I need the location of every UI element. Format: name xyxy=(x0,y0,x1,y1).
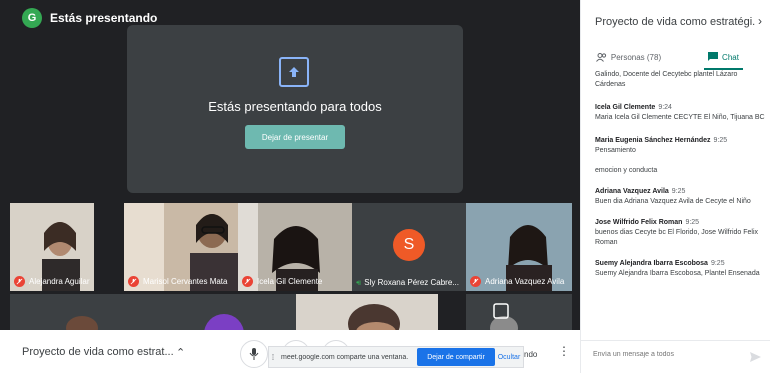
mic-off-icon xyxy=(14,276,25,287)
screen-share-bar: ⁞ meet.google.com comparte una ventana. … xyxy=(268,346,524,368)
message-text: Buen dia Adriana Vazquez Avila de Cecyte… xyxy=(595,197,751,205)
participant-label: Icela Gil Clemente xyxy=(242,276,322,287)
stop-sharing-button[interactable]: Dejar de compartir xyxy=(417,348,495,366)
microphone-button[interactable] xyxy=(240,340,268,368)
panel-title: Proyecto de vida como estratégi... xyxy=(595,16,755,28)
side-panel: Proyecto de vida como estratégi... › Per… xyxy=(580,0,770,373)
participant-name: Adriana Vazquez Avila xyxy=(485,277,565,286)
presenting-label: Estás presentando xyxy=(50,11,158,25)
mic-off-icon xyxy=(128,276,139,287)
message-text: Maria Icela Gil Clemente CECYTE El Niño,… xyxy=(595,114,765,122)
chat-composer xyxy=(581,340,770,373)
participant-name: Sly Roxana Pérez Cabre... xyxy=(364,278,459,287)
participant-tile[interactable]: Marisol Cervantes Mata xyxy=(124,203,238,291)
participant-label: •ıı Sly Roxana Pérez Cabre... xyxy=(356,278,459,287)
message-text: emocion y conducta xyxy=(595,166,658,174)
participant-avatar xyxy=(124,294,296,330)
mic-off-icon xyxy=(242,276,253,287)
participant-tile[interactable] xyxy=(10,294,124,330)
tab-chat[interactable]: Chat xyxy=(676,46,770,70)
chat-message: Galindo, Docente del Cecytebc plantel Lá… xyxy=(595,70,765,90)
chat-message: Maria Eugenia Sánchez Hernández 9:25 Pens… xyxy=(595,137,765,156)
chat-icon xyxy=(708,52,719,61)
participant-tile[interactable]: Adriana Vazquez Avila xyxy=(466,203,572,291)
participant-video xyxy=(10,294,124,330)
chat-message: Adriana Vazquez Avila 9:25 Buen dia Adria… xyxy=(595,188,765,207)
message-text: Galindo, Docente del Cecytebc plantel Lá… xyxy=(595,71,738,89)
participant-name: Icela Gil Clemente xyxy=(257,277,323,286)
message-time: 9:25 xyxy=(685,218,700,226)
bottom-toolbar-label: ndo xyxy=(524,350,538,359)
participant-video xyxy=(466,294,572,330)
hide-button[interactable]: Ocultar xyxy=(495,354,523,361)
present-screen-icon xyxy=(279,57,309,87)
message-time: 9:25 xyxy=(713,137,728,145)
message-author: Maria Eugenia Sánchez Hernández xyxy=(595,137,711,145)
participant-tile[interactable]: Icela Gil Clemente xyxy=(238,203,352,291)
chevron-up-icon[interactable]: ⌃ xyxy=(176,346,185,359)
message-time: 9:24 xyxy=(658,104,672,112)
tab-people[interactable]: Personas (78) xyxy=(581,46,676,68)
message-time: 9:25 xyxy=(671,187,686,195)
participant-label: Adriana Vazquez Avila xyxy=(470,276,564,287)
message-text: buenos dias Cecyte bc El Florido, Jose W… xyxy=(595,228,759,246)
message-author: Suemy Alejandra Ibarra Escobosa xyxy=(595,260,708,268)
presentation-card: Estás presentando para todos Dejar de pr… xyxy=(127,25,463,193)
participant-tile[interactable] xyxy=(296,294,438,330)
message-time: 9:25 xyxy=(710,260,725,268)
message-author: Adriana Vazquez Avila xyxy=(595,187,669,195)
more-options-icon[interactable]: ⋮ xyxy=(558,344,570,358)
chat-input[interactable] xyxy=(593,351,743,358)
panel-tabs: Personas (78) Chat xyxy=(581,46,770,70)
close-panel-icon[interactable]: › xyxy=(758,14,762,28)
participant-name: Alejandra Aguilar xyxy=(29,277,90,286)
message-text: Suemy Alejandra Ibarra Escobosa, Plantel… xyxy=(595,270,760,278)
send-icon[interactable] xyxy=(750,352,761,362)
message-author: Icela Gil Clemente xyxy=(595,104,656,112)
participant-video xyxy=(296,294,438,330)
chat-message: Suemy Alejandra Ibarra Escobosa 9:25 Suem… xyxy=(595,260,765,279)
presenter-avatar: G xyxy=(22,8,42,28)
participant-name: Marisol Cervantes Mata xyxy=(143,277,228,286)
participant-tile[interactable]: Alejandra Aguilar xyxy=(10,203,94,291)
participant-label: Alejandra Aguilar xyxy=(14,276,89,287)
presenting-title: Estás presentando para todos xyxy=(208,99,382,114)
tab-chat-label: Chat xyxy=(722,52,739,62)
stop-presenting-button[interactable]: Dejar de presentar xyxy=(245,125,345,149)
chat-message: Icela Gil Clemente 9:24 Maria Icela Gil C… xyxy=(595,104,765,123)
meeting-name[interactable]: Proyecto de vida como estrat... xyxy=(22,346,174,358)
meeting-stage: G Estás presentando Estás presentando pa… xyxy=(0,0,580,330)
chat-message: Jose Wilfrido Felix Roman 9:25 buenos dia… xyxy=(595,219,765,248)
participant-tile[interactable] xyxy=(466,294,572,330)
share-message: meet.google.com comparte una ventana. xyxy=(281,353,409,361)
participant-avatar: S xyxy=(393,229,425,261)
participant-tile[interactable] xyxy=(124,294,296,330)
tab-people-label: Personas (78) xyxy=(610,52,662,62)
speaking-indicator-icon: •ıı xyxy=(356,278,361,287)
microphone-icon xyxy=(249,348,259,360)
people-icon xyxy=(595,52,606,62)
participant-label: Marisol Cervantes Mata xyxy=(128,276,227,287)
chat-messages: Galindo, Docente del Cecytebc plantel Lá… xyxy=(595,70,765,288)
message-author: Jose Wilfrido Felix Roman xyxy=(595,218,683,226)
mic-off-icon xyxy=(470,276,481,287)
participant-tile[interactable]: S •ıı Sly Roxana Pérez Cabre... xyxy=(352,203,466,291)
chat-message: emocion y conducta xyxy=(595,166,765,176)
drag-handle-icon[interactable]: ⁞ xyxy=(269,353,277,362)
message-text: Pensamiento xyxy=(595,147,636,155)
